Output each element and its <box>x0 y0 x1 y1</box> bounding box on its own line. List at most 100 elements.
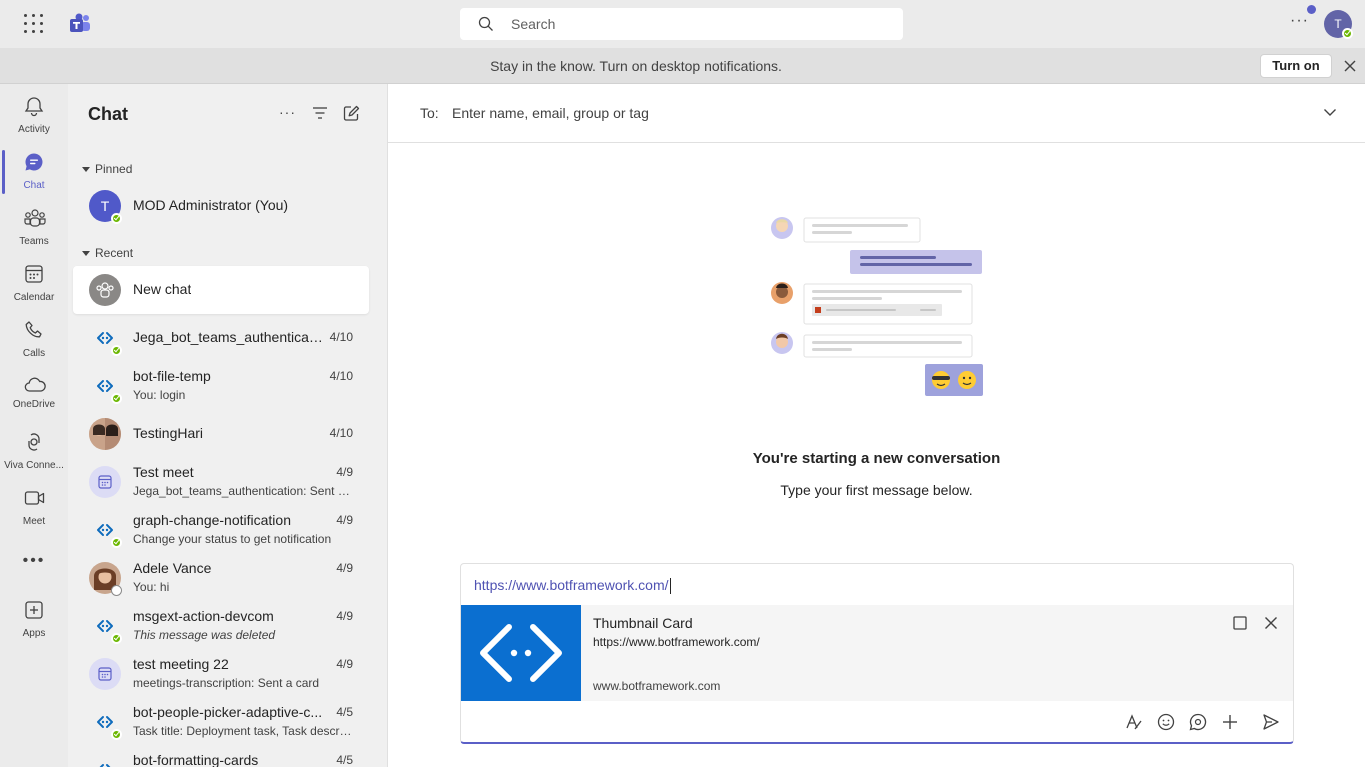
teams-icon <box>24 209 46 227</box>
more-options-icon[interactable]: ··· <box>1290 12 1310 36</box>
rail-label: Calls <box>22 348 46 359</box>
rail-label: Teams <box>19 236 49 247</box>
turn-on-button[interactable]: Turn on <box>1260 54 1332 78</box>
cloud-icon <box>24 377 46 392</box>
user-avatar[interactable]: T <box>1324 10 1353 39</box>
notification-dot <box>1307 5 1316 14</box>
chat-name: test meeting 22 <box>133 656 229 672</box>
rail-item-meet[interactable]: Meet <box>0 480 68 536</box>
rail-item-calendar[interactable]: Calendar <box>0 256 68 312</box>
search-icon <box>478 16 493 31</box>
top-bar: Search ··· T <box>0 0 1365 48</box>
rail-item-teams[interactable]: Teams <box>0 200 68 256</box>
chat-name: TestingHari <box>133 425 204 441</box>
chat-item-mod-administrator[interactable]: T MOD Administrator (You) <box>73 182 369 230</box>
chat-item[interactable]: msgext-action-devcom This message was de… <box>73 602 369 650</box>
chat-item[interactable]: bot-formatting-cards 4/5 <box>73 746 369 767</box>
chat-preview: meetings-transcription: Sent a card <box>133 676 320 690</box>
close-icon[interactable] <box>1342 58 1358 74</box>
chat-item[interactable]: bot-file-temp You: login 4/10 <box>73 362 369 410</box>
chat-date: 4/9 <box>336 657 353 671</box>
add-icon[interactable] <box>1221 713 1239 731</box>
chevron-down-icon[interactable] <box>1323 107 1337 117</box>
rail-label: Calendar <box>13 292 55 303</box>
rail-item-activity[interactable]: Activity <box>0 88 68 144</box>
recipient-input[interactable]: Enter name, email, group or tag <box>452 105 649 121</box>
section-label: Recent <box>95 246 134 260</box>
notification-message: Stay in the know. Turn on desktop notifi… <box>490 58 782 74</box>
emoji-icon[interactable] <box>1157 713 1175 731</box>
pane-title: Chat <box>88 104 128 124</box>
bot-icon <box>89 754 121 767</box>
pinned-section-header[interactable]: Pinned <box>82 162 132 176</box>
chat-date: 4/5 <box>336 705 353 719</box>
chat-name: bot-file-temp <box>133 368 211 384</box>
teams-logo-icon <box>68 12 92 36</box>
card-domain: www.botframework.com <box>593 679 721 693</box>
link-preview-card[interactable]: Thumbnail Card https://www.botframework.… <box>461 605 1293 701</box>
chat-date: 4/10 <box>329 426 353 440</box>
rail-label: Chat <box>23 180 45 191</box>
new-chat-icon[interactable] <box>343 105 360 122</box>
message-text: https://www.botframework.com/ <box>474 577 669 593</box>
chat-item[interactable]: Adele Vance You: hi 4/9 <box>73 554 369 602</box>
chat-name: msgext-action-devcom <box>133 608 274 624</box>
recent-section-header[interactable]: Recent <box>82 246 133 260</box>
message-input[interactable]: https://www.botframework.com/ <box>474 577 671 595</box>
section-label: Pinned <box>95 162 133 176</box>
presence-available-icon <box>1342 28 1353 39</box>
chat-item[interactable]: TestingHari 4/10 <box>73 410 369 458</box>
empty-state-title: You're starting a new conversation <box>752 450 1001 467</box>
avatar-photo <box>89 418 121 450</box>
chat-date: 4/9 <box>336 465 353 479</box>
chat-item[interactable]: graph-change-notification Change your st… <box>73 506 369 554</box>
chat-item[interactable]: test meeting 22 meetings-transcription: … <box>73 650 369 698</box>
more-apps-icon[interactable]: ••• <box>0 552 68 570</box>
recipient-row: To: Enter name, email, group or tag <box>388 84 1365 143</box>
card-url[interactable]: https://www.botframework.com/ <box>593 635 760 649</box>
rail-label: Viva Conne... <box>4 460 64 471</box>
send-icon[interactable] <box>1262 713 1280 731</box>
rail-item-apps[interactable]: Apps <box>0 592 68 648</box>
rail-label: Meet <box>22 516 46 527</box>
meeting-calendar-icon <box>89 466 121 498</box>
chat-item[interactable]: Test meet Jega_bot_teams_authentication:… <box>73 458 369 506</box>
presence-available-icon <box>111 393 122 404</box>
group-avatar-icon <box>89 274 121 306</box>
phone-icon <box>25 321 42 338</box>
rail-item-onedrive[interactable]: OneDrive <box>0 368 68 424</box>
chat-name: New chat <box>133 281 192 297</box>
chat-item[interactable]: Jega_bot_teams_authenticati... 4/10 <box>73 314 369 362</box>
chat-name: Test meet <box>133 464 194 480</box>
chat-date: 4/10 <box>329 330 353 344</box>
card-thumbnail <box>461 605 581 701</box>
collapse-caret-icon <box>82 167 90 173</box>
chat-preview: You: login <box>133 388 186 402</box>
bell-icon <box>24 97 44 117</box>
filter-icon[interactable] <box>312 106 328 120</box>
chat-item-new-chat[interactable]: New chat <box>73 266 369 314</box>
presence-available-icon <box>111 633 122 644</box>
chat-icon <box>25 153 43 171</box>
chat-date: 4/9 <box>336 513 353 527</box>
chat-item[interactable]: bot-people-picker-adaptive-c... Task tit… <box>73 698 369 746</box>
new-chat-view: To: Enter name, email, group or tag You'… <box>388 84 1365 767</box>
expand-icon[interactable] <box>1233 616 1247 630</box>
conversation-illustration <box>771 217 983 396</box>
chat-date: 4/9 <box>336 609 353 623</box>
rail-label: OneDrive <box>12 399 56 410</box>
more-options-icon[interactable]: ··· <box>279 104 296 120</box>
close-icon[interactable] <box>1264 616 1278 630</box>
notification-banner: Stay in the know. Turn on desktop notifi… <box>0 48 1365 84</box>
search-box[interactable]: Search <box>460 8 903 40</box>
format-icon[interactable] <box>1125 713 1143 731</box>
rail-item-chat[interactable]: Chat <box>0 144 68 200</box>
rail-item-viva[interactable]: Viva Conne... <box>0 424 68 480</box>
loop-component-icon[interactable] <box>1189 713 1207 731</box>
chat-preview: Change your status to get notification <box>133 532 332 546</box>
app-launcher-icon[interactable] <box>22 12 46 36</box>
apps-icon <box>25 601 43 619</box>
compose-box[interactable]: https://www.botframework.com/ Thumbnail … <box>460 563 1294 744</box>
rail-item-calls[interactable]: Calls <box>0 312 68 368</box>
viva-icon <box>28 433 40 451</box>
